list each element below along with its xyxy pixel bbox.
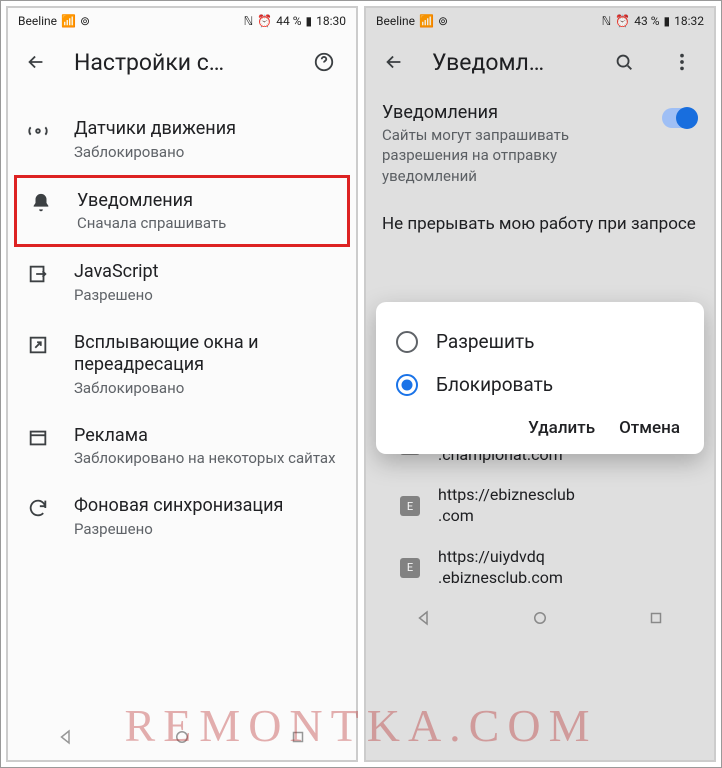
page-title: Настройки с… — [74, 49, 286, 76]
bell-icon — [19, 190, 63, 214]
nav-back-icon[interactable] — [57, 728, 75, 750]
battery-icon: ▮ — [306, 14, 313, 28]
row-sub: Заблокировано — [74, 143, 340, 161]
nfc-icon: ℕ — [602, 14, 612, 28]
site-row[interactable]: E https://ebiznesclub .com — [396, 475, 698, 537]
carrier-label: Beeline — [376, 14, 415, 28]
row-motion-sensors[interactable]: Датчики движения Заблокировано — [8, 104, 356, 175]
row-title: Реклама — [74, 425, 340, 448]
row-popups[interactable]: Всплывающие окна и переадресация Заблоки… — [8, 318, 356, 411]
settings-list: Датчики движения Заблокировано Уведомлен… — [8, 90, 356, 718]
battery-label: 44 % — [276, 14, 301, 28]
site-row[interactable]: E https://uiydvdq .ebiznesclub.com — [396, 537, 698, 599]
wifi-icon: ⊚ — [438, 14, 448, 28]
status-bar-left: Beeline 📶 ⊚ ℕ ⏰ 44 % ▮ 18:30 — [8, 8, 356, 34]
row-title: Фоновая синхронизация — [74, 495, 340, 518]
row-javascript[interactable]: JavaScript Разрешено — [8, 247, 356, 318]
row-sub: Разрешено — [74, 286, 340, 304]
site-badge: E — [400, 496, 420, 516]
signal-icon: 📶 — [61, 14, 76, 28]
nav-recent-icon[interactable] — [647, 609, 665, 631]
row-title: Всплывающие окна и переадресация — [74, 332, 340, 377]
site-badge: E — [400, 558, 420, 578]
appbar-right: Уведомл… — [366, 34, 714, 90]
nav-home-icon[interactable] — [173, 728, 191, 750]
nav-back-icon[interactable] — [415, 609, 433, 631]
status-bar-right: Beeline 📶 ⊚ ℕ ⏰ 43 % ▮ 18:32 — [366, 8, 714, 34]
row-title: JavaScript — [74, 261, 340, 284]
page-title: Уведомл… — [432, 49, 586, 76]
nfc-icon: ℕ — [244, 14, 254, 28]
wifi-icon: ⊚ — [80, 14, 90, 28]
delete-button[interactable]: Удалить — [528, 418, 595, 438]
motion-icon — [16, 118, 60, 142]
notifications-switch[interactable] — [662, 108, 698, 128]
more-button[interactable] — [662, 42, 702, 82]
phone-right: Beeline 📶 ⊚ ℕ ⏰ 43 % ▮ 18:32 Уведомл… — [364, 6, 716, 762]
back-button[interactable] — [16, 42, 56, 82]
tab-icon — [16, 425, 60, 449]
nav-bar — [8, 718, 356, 760]
row-sub: Сначала спрашивать — [77, 214, 337, 232]
nav-bar — [366, 599, 714, 641]
help-button[interactable] — [304, 42, 344, 82]
battery-label: 43 % — [634, 14, 659, 28]
radio-allow[interactable]: Разрешить — [390, 320, 690, 363]
open-in-new-icon — [16, 332, 60, 356]
cancel-button[interactable]: Отмена — [619, 418, 680, 438]
row-bg-sync[interactable]: Фоновая синхронизация Разрешено — [8, 481, 356, 552]
row-title: Уведомления — [77, 190, 337, 213]
clock-label: 18:30 — [316, 14, 346, 28]
nav-home-icon[interactable] — [531, 609, 549, 631]
row-sub: Разрешено — [74, 520, 340, 538]
signal-icon: 📶 — [419, 14, 434, 28]
back-button[interactable] — [374, 42, 414, 82]
alarm-icon: ⏰ — [257, 14, 272, 28]
battery-icon: ▮ — [664, 14, 671, 28]
radio-block[interactable]: Блокировать — [390, 363, 690, 406]
row-sub: Заблокировано — [74, 379, 340, 397]
row-notifications[interactable]: Уведомления Сначала спрашивать — [14, 175, 350, 248]
clock-label: 18:32 — [674, 14, 704, 28]
row-ads[interactable]: Реклама Заблокировано на некоторых сайта… — [8, 411, 356, 482]
alarm-icon: ⏰ — [615, 14, 630, 28]
phone-left: Beeline 📶 ⊚ ℕ ⏰ 44 % ▮ 18:30 Настройки с… — [6, 6, 358, 762]
nav-recent-icon[interactable] — [289, 728, 307, 750]
radio-icon — [396, 331, 418, 353]
carrier-label: Beeline — [18, 14, 57, 28]
site-url: https://ebiznesclub .com — [438, 485, 575, 527]
row-sub: Заблокировано на некоторых сайтах — [74, 449, 340, 467]
radio-icon — [396, 374, 418, 396]
exit-icon — [16, 261, 60, 285]
row-title: Датчики движения — [74, 118, 340, 141]
search-button[interactable] — [604, 42, 644, 82]
permission-dialog: Разрешить Блокировать Удалить Отмена — [376, 302, 704, 454]
sync-icon — [16, 495, 60, 519]
site-url: https://uiydvdq .ebiznesclub.com — [438, 547, 563, 589]
section-title: Уведомления — [382, 102, 652, 123]
radio-label: Блокировать — [436, 373, 553, 396]
appbar-left: Настройки с… — [8, 34, 356, 90]
section-header-2: Не прерывать мою работу при запросе — [382, 214, 698, 234]
radio-label: Разрешить — [436, 330, 534, 353]
section-sub: Сайты могут запрашивать разрешения на от… — [382, 125, 652, 186]
